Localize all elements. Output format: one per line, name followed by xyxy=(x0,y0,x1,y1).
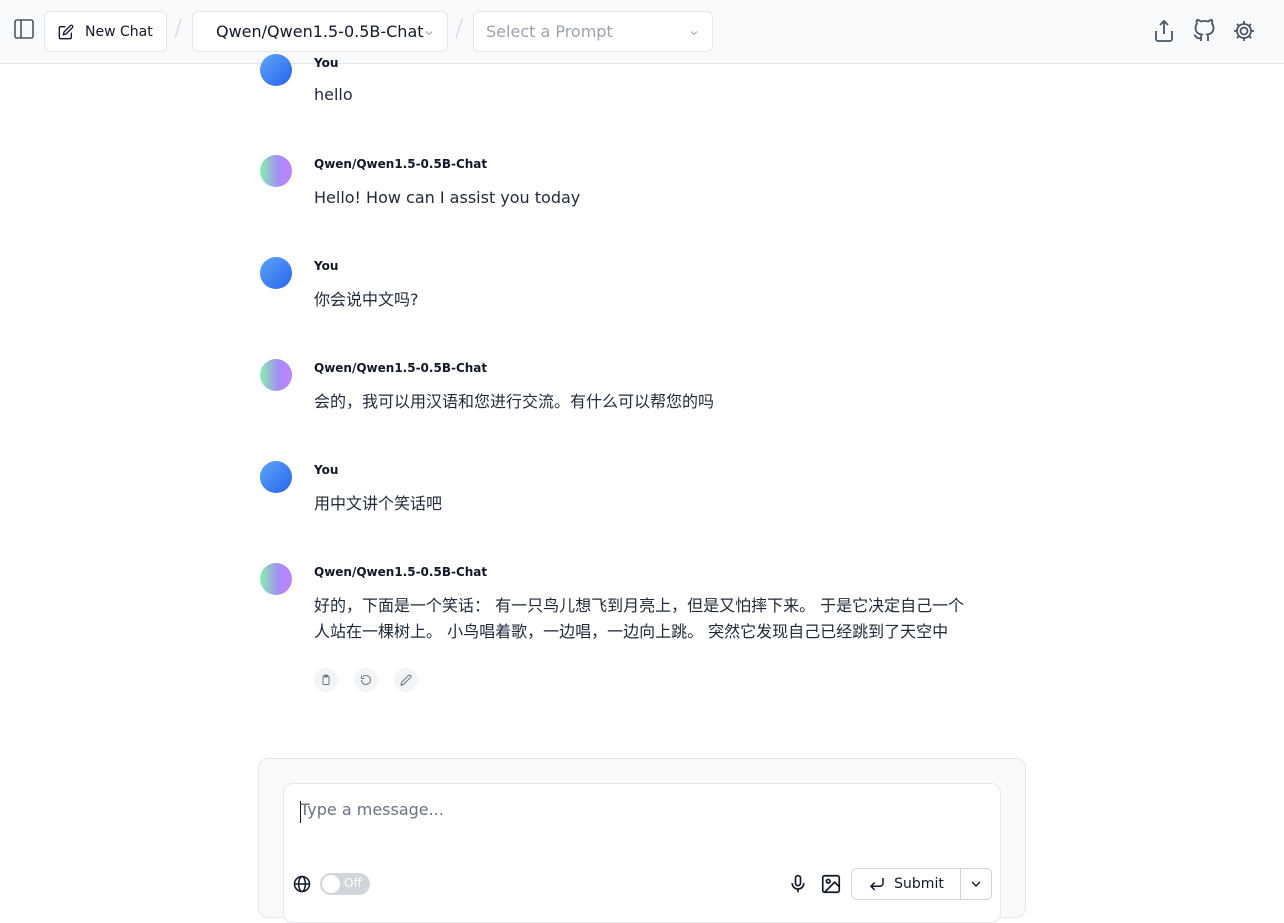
image-upload-icon[interactable] xyxy=(820,873,842,895)
chevron-down-icon xyxy=(690,31,698,36)
globe-icon[interactable] xyxy=(292,874,312,894)
new-chat-button[interactable]: New Chat xyxy=(44,11,167,52)
model-select-value: Qwen/Qwen1.5-0.5B-Chat xyxy=(216,22,424,41)
settings-icon[interactable] xyxy=(1232,19,1256,43)
message-sender: Qwen/Qwen1.5-0.5B-Chat xyxy=(314,157,488,171)
enter-icon xyxy=(870,878,884,891)
composer: Off Submit xyxy=(283,783,1001,923)
message-assistant: Qwen/Qwen1.5-0.5B-Chat 好的，下面是一个笑话： 有一只鸟儿… xyxy=(260,563,980,703)
avatar xyxy=(260,155,292,187)
message-text: 用中文讲个笑话吧 xyxy=(314,494,443,513)
avatar xyxy=(260,359,292,391)
message-user: You 用中文讲个笑话吧 xyxy=(260,461,980,521)
new-chat-label: New Chat xyxy=(85,23,153,40)
message-sender: You xyxy=(314,259,339,273)
pencil-icon xyxy=(400,674,412,686)
copy-button[interactable] xyxy=(314,668,338,692)
share-icon[interactable] xyxy=(1152,19,1176,43)
submit-button[interactable]: Submit xyxy=(852,869,961,899)
refresh-icon xyxy=(361,675,371,685)
avatar xyxy=(260,257,292,289)
avatar xyxy=(260,563,292,595)
breadcrumb-separator: / xyxy=(174,14,183,42)
web-search-toggle[interactable]: Off xyxy=(320,873,370,895)
breadcrumb-separator: / xyxy=(455,14,464,42)
prompt-select-placeholder: Select a Prompt xyxy=(486,22,613,41)
message-assistant: Qwen/Qwen1.5-0.5B-Chat Hello! How can I … xyxy=(260,155,980,215)
message-input[interactable] xyxy=(300,800,980,819)
submit-button-group: Submit xyxy=(851,868,992,900)
model-select[interactable]: Qwen/Qwen1.5-0.5B-Chat xyxy=(192,11,448,52)
avatar xyxy=(260,54,292,86)
message-sender: You xyxy=(314,463,339,477)
github-icon[interactable] xyxy=(1192,19,1216,43)
text-caret xyxy=(300,801,301,823)
message-user: You hello xyxy=(260,54,980,114)
message-sender: You xyxy=(314,56,339,70)
message-text: Hello! How can I assist you today xyxy=(314,188,581,207)
chevron-down-icon xyxy=(425,31,433,36)
edit-icon xyxy=(58,24,74,39)
sidebar-toggle-icon[interactable] xyxy=(12,17,36,41)
message-actions xyxy=(314,668,418,692)
submit-options-button[interactable] xyxy=(961,869,991,899)
prompt-select[interactable]: Select a Prompt xyxy=(473,11,713,52)
message-text: 好的，下面是一个笑话： 有一只鸟儿想飞到月亮上，但是又怕摔下来。 于是它决定自己… xyxy=(314,596,965,641)
message-sender: Qwen/Qwen1.5-0.5B-Chat xyxy=(314,361,488,375)
microphone-icon[interactable] xyxy=(788,873,808,895)
message-text: 会的，我可以用汉语和您进行交流。有什么可以帮您的吗 xyxy=(314,392,715,411)
message-assistant: Qwen/Qwen1.5-0.5B-Chat 会的，我可以用汉语和您进行交流。有… xyxy=(260,359,980,419)
chevron-down-icon xyxy=(971,881,981,887)
message-user: You 你会说中文吗? xyxy=(260,257,980,317)
toggle-state-label: Off xyxy=(344,876,362,890)
avatar xyxy=(260,461,292,493)
message-text: hello xyxy=(314,85,353,104)
regenerate-button[interactable] xyxy=(354,668,378,692)
edit-message-button[interactable] xyxy=(394,668,418,692)
toggle-knob xyxy=(322,875,340,893)
copy-icon xyxy=(322,674,330,685)
message-sender: Qwen/Qwen1.5-0.5B-Chat xyxy=(314,565,488,579)
submit-label: Submit xyxy=(894,876,944,892)
composer-container: Off Submit xyxy=(258,758,1026,923)
message-text: 你会说中文吗? xyxy=(314,290,419,309)
